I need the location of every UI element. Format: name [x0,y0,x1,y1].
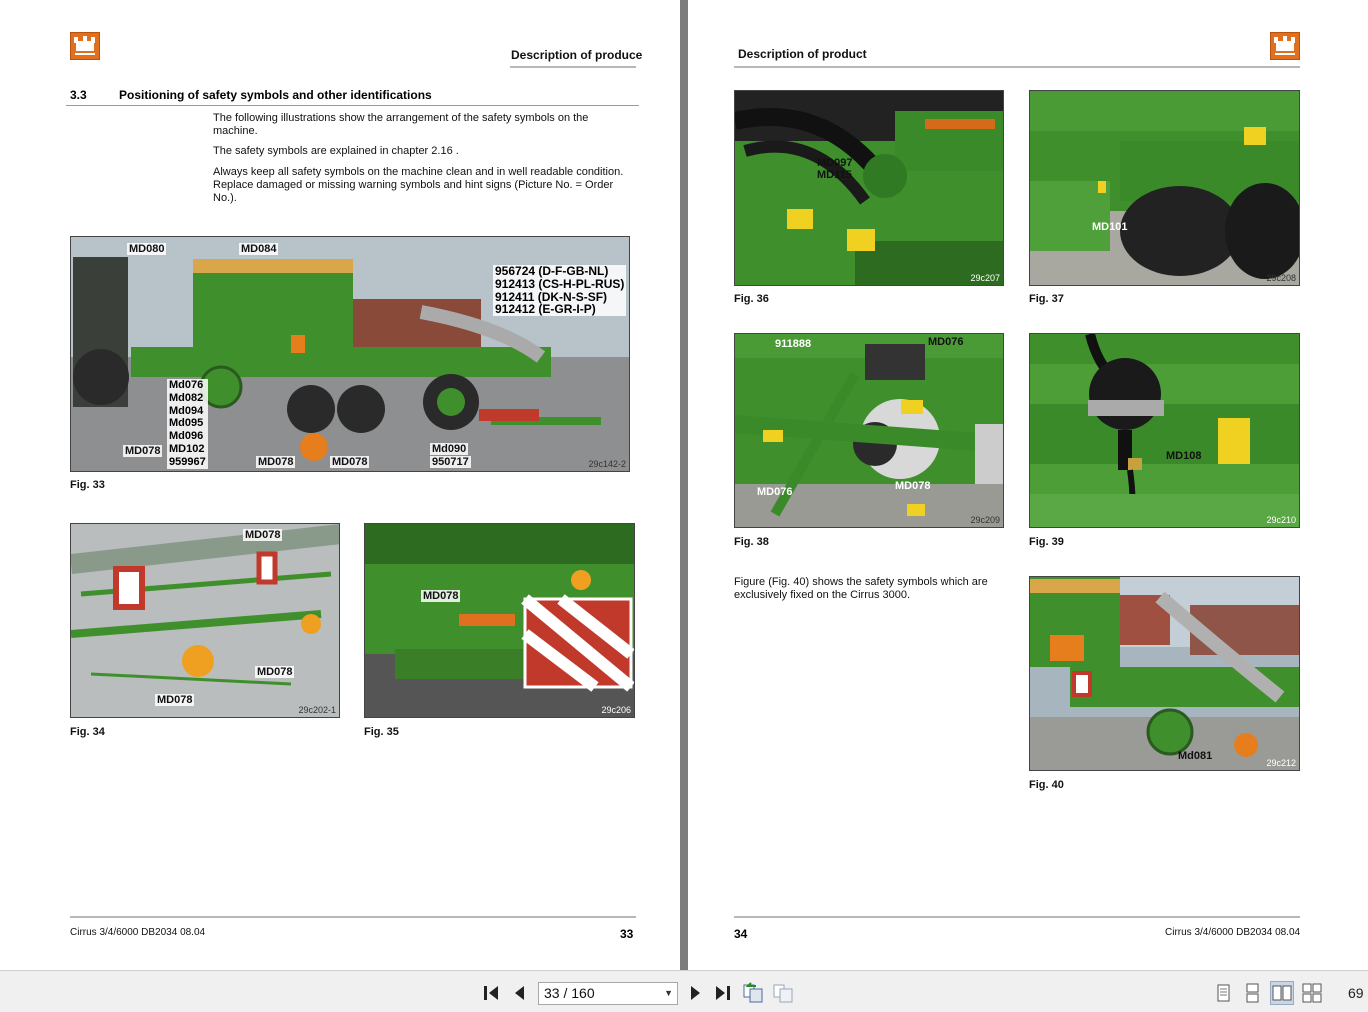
label-md081: Md081 [1178,750,1213,762]
footer-rule [734,916,1300,918]
label-md097: MD097 [817,157,853,169]
figure-37-photo: MD101 29c208 [1029,90,1300,286]
symbol-item: Md095 [169,417,204,430]
maintenance-paragraph: Always keep all safety symbols on the ma… [213,166,624,204]
figure-33-caption: Fig. 33 [70,479,105,491]
figure-39-caption: Fig. 39 [1029,536,1064,548]
label-md078: MD078 [255,666,295,678]
figure-37-caption: Fig. 37 [1029,293,1064,305]
figure-35-caption: Fig. 35 [364,726,399,738]
symbol-item: MD102 [169,442,205,455]
amazone-logo [70,32,100,60]
header-title: Description of product [738,47,867,61]
order-number-item: 912413 (CS-H-PL-RUS) [495,276,625,291]
label-md078: MD078 [155,694,195,706]
figure-40-photo: Md081 29c212 [1029,576,1300,771]
page-number-value: 33 / 160 [544,985,595,1001]
chapter-reference-paragraph: The safety symbols are explained in chap… [213,145,459,157]
label-md078: MD078 [895,480,931,492]
figure-33-machine-photo: MD080 MD084 956724 (D-F-GB-NL) 912413 (C… [70,236,630,472]
safety-symbol-stack: Md076 Md082 Md094 Md095 Md096 MD102 9599… [167,379,208,469]
footer-document-id: Cirrus 3/4/6000 DB2034 08.04 [70,927,206,938]
order-number-list: 956724 (D-F-GB-NL) 912413 (CS-H-PL-RUS) … [493,264,627,317]
image-id: 29c209 [970,515,1000,525]
right-page: Description of product MD097 MD115 29c20… [688,0,1368,970]
header-rule [510,66,636,68]
page-gutter [680,0,688,970]
image-id: 29c208 [1266,273,1296,283]
left-page: Description of produce 3.3 Positioning o… [0,0,680,970]
symbol-item: Md094 [169,404,204,417]
figure-39-photo: MD108 29c210 [1029,333,1300,528]
image-id: 29c142-2 [588,459,626,469]
zoom-level[interactable]: 69 [1348,985,1364,1001]
label-md115: MD115 [817,169,852,181]
label-950717: 950717 [430,456,471,468]
label-md084: MD084 [239,243,279,255]
footer-rule [70,916,636,918]
symbol-item: Md076 [169,379,204,391]
figure-36-caption: Fig. 36 [734,293,769,305]
label-md080: MD080 [127,243,167,255]
figure-40-description: Figure (Fig. 40) shows the safety symbol… [734,576,988,601]
symbol-item: Md082 [169,391,204,404]
two-page-view-icon[interactable] [1270,981,1294,1005]
label-md078: MD078 [243,529,283,541]
label-911888: 911888 [775,338,812,350]
continuous-view-icon[interactable] [1240,981,1264,1005]
amazone-logo [1270,32,1300,60]
figure-34-caption: Fig. 34 [70,726,105,738]
symbol-item: 959967 [169,455,206,468]
page-number-field[interactable]: 33 / 160 ▼ [538,982,678,1005]
section-number: 3.3 [70,88,87,102]
go-back-view-icon[interactable] [741,981,765,1005]
first-page-icon[interactable] [479,981,503,1005]
section-title: Positioning of safety symbols and other … [119,88,432,102]
section-rule [66,105,639,106]
label-md078: MD078 [123,445,163,457]
label-md076: MD076 [757,486,793,498]
single-page-view-icon[interactable] [1211,981,1235,1005]
image-id: 29c206 [601,705,631,715]
figure-35-photo: MD078 29c206 [364,523,635,718]
chevron-down-icon[interactable]: ▼ [664,983,673,1004]
go-forward-view-icon[interactable] [771,981,795,1005]
label-md078: MD078 [256,456,296,468]
label-md076: MD076 [928,336,964,348]
order-number-item: 956724 (D-F-GB-NL) [495,264,609,278]
page-number: 34 [734,927,748,941]
next-page-icon[interactable] [683,981,707,1005]
page-number: 33 [620,927,634,941]
figure-40-caption: Fig. 40 [1029,779,1064,791]
label-md078: MD078 [330,456,370,468]
image-id: 29c210 [1266,515,1296,525]
figure-38-photo: 911888 MD076 MD076 MD078 29c209 [734,333,1004,528]
symbol-item: Md096 [169,430,204,443]
image-id: 29c207 [970,273,1000,283]
image-id: 29c202-1 [298,705,336,715]
image-id: 29c212 [1266,758,1296,768]
intro-paragraph: The following illustrations show the arr… [213,112,589,137]
last-page-icon[interactable] [711,981,735,1005]
header-title: Description of produce [511,48,643,62]
figure-36-photo: MD097 MD115 29c207 [734,90,1004,286]
figure-38-caption: Fig. 38 [734,536,769,548]
label-md101: MD101 [1092,221,1128,233]
two-page-continuous-view-icon[interactable] [1300,981,1324,1005]
label-md090: Md090 [430,443,469,455]
previous-page-icon[interactable] [508,981,532,1005]
footer-document-id: Cirrus 3/4/6000 DB2034 08.04 [1165,927,1301,938]
order-number-item: 912412 (E-GR-I-P) [495,302,596,317]
label-md078: MD078 [421,590,461,602]
header-rule [734,66,1300,68]
label-md108: MD108 [1166,450,1202,462]
figure-34-photo: MD078 MD078 MD078 29c202-1 [70,523,340,718]
